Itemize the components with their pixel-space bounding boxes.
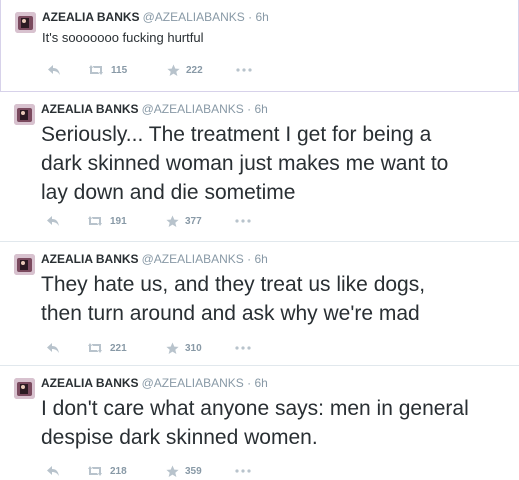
tweet[interactable]: AZEALIA BANKS @AZEALIABANKS · 6h It's soo… bbox=[0, 0, 519, 92]
avatar[interactable] bbox=[14, 378, 35, 399]
tweet-text-line: then turn around and ask why we're mad bbox=[41, 302, 420, 325]
tweet-text-line: lay down and die sometime bbox=[41, 181, 296, 204]
tweet-text-line: It's sooooooo fucking hurtful bbox=[42, 30, 204, 45]
tweet[interactable]: AZEALIA BANKS @AZEALIABANKS · 6h I don't … bbox=[0, 366, 519, 480]
separator: · bbox=[247, 376, 252, 390]
tweet[interactable]: AZEALIA BANKS @AZEALIABANKS · 6h They hat… bbox=[0, 242, 519, 366]
avatar[interactable] bbox=[15, 12, 36, 33]
author-name[interactable]: AZEALIA BANKS bbox=[41, 376, 139, 390]
favorite-count: 359 bbox=[185, 465, 202, 477]
reply-button[interactable] bbox=[46, 214, 60, 228]
tweet-header: AZEALIA BANKS @AZEALIABANKS · 6h bbox=[41, 376, 268, 390]
retweet-icon bbox=[88, 343, 102, 353]
reply-icon bbox=[47, 343, 59, 353]
separator: · bbox=[247, 102, 252, 116]
retweet-icon bbox=[89, 65, 103, 75]
author-name[interactable]: AZEALIA BANKS bbox=[41, 102, 139, 116]
more-button[interactable] bbox=[234, 341, 252, 355]
more-dots-icon bbox=[235, 346, 251, 350]
reply-icon bbox=[48, 65, 60, 75]
author-name[interactable]: AZEALIA BANKS bbox=[41, 252, 139, 266]
more-dots-icon bbox=[235, 219, 251, 223]
retweet-count: 221 bbox=[110, 342, 127, 354]
more-button[interactable] bbox=[235, 63, 253, 77]
retweet-icon bbox=[88, 466, 102, 476]
star-icon bbox=[166, 465, 179, 477]
favorite-button[interactable]: 222 bbox=[167, 63, 203, 77]
author-handle[interactable]: @AZEALIABANKS bbox=[142, 102, 244, 116]
retweet-button[interactable]: 191 bbox=[86, 214, 127, 228]
avatar[interactable] bbox=[14, 254, 35, 275]
retweet-icon bbox=[88, 216, 102, 226]
reply-button[interactable] bbox=[47, 63, 61, 77]
tweet-text: They hate us, and they treat us like dog… bbox=[41, 270, 425, 328]
retweet-count: 191 bbox=[110, 215, 127, 227]
more-dots-icon bbox=[235, 469, 251, 473]
author-name[interactable]: AZEALIA BANKS bbox=[42, 10, 140, 24]
tweet-text-line: I don't care what anyone says: men in ge… bbox=[41, 397, 469, 420]
retweet-button[interactable]: 218 bbox=[86, 464, 127, 478]
retweet-count: 115 bbox=[111, 64, 128, 76]
reply-button[interactable] bbox=[46, 464, 60, 478]
retweet-button[interactable]: 115 bbox=[87, 63, 127, 77]
star-icon bbox=[167, 64, 180, 76]
favorite-button[interactable]: 377 bbox=[166, 214, 202, 228]
author-handle[interactable]: @AZEALIABANKS bbox=[142, 376, 244, 390]
tweet-text: It's sooooooo fucking hurtful bbox=[42, 30, 203, 45]
author-handle[interactable]: @AZEALIABANKS bbox=[143, 10, 245, 24]
reply-icon bbox=[47, 216, 59, 226]
favorite-button[interactable]: 359 bbox=[166, 464, 202, 478]
reply-button[interactable] bbox=[46, 341, 60, 355]
tweet-feed: AZEALIA BANKS @AZEALIABANKS · 6h It's soo… bbox=[0, 0, 519, 480]
tweet-text-line: dark skinned woman just makes me want to bbox=[41, 152, 449, 175]
timestamp[interactable]: 6h bbox=[254, 102, 267, 116]
more-dots-icon bbox=[236, 68, 252, 72]
tweet-header: AZEALIA BANKS @AZEALIABANKS · 6h bbox=[41, 252, 268, 266]
timestamp[interactable]: 6h bbox=[254, 252, 267, 266]
author-handle[interactable]: @AZEALIABANKS bbox=[142, 252, 244, 266]
tweet-header: AZEALIA BANKS @AZEALIABANKS · 6h bbox=[42, 10, 269, 24]
tweet-text-line: Seriously... The treatment I get for bei… bbox=[41, 123, 432, 146]
retweet-count: 218 bbox=[110, 465, 127, 477]
retweet-button[interactable]: 221 bbox=[86, 341, 127, 355]
star-icon bbox=[166, 215, 179, 227]
favorite-button[interactable]: 310 bbox=[166, 341, 202, 355]
tweet-text-line: despise dark skinned women. bbox=[41, 426, 318, 449]
tweet-text: Seriously... The treatment I get for bei… bbox=[41, 120, 448, 207]
favorite-count: 377 bbox=[185, 215, 202, 227]
star-icon bbox=[166, 342, 179, 354]
favorite-count: 310 bbox=[185, 342, 202, 354]
tweet-text: I don't care what anyone says: men in ge… bbox=[41, 394, 469, 452]
tweet-header: AZEALIA BANKS @AZEALIABANKS · 6h bbox=[41, 102, 268, 116]
avatar[interactable] bbox=[14, 104, 35, 125]
more-button[interactable] bbox=[234, 214, 252, 228]
tweet-text-line: They hate us, and they treat us like dog… bbox=[41, 273, 426, 296]
more-button[interactable] bbox=[234, 464, 252, 478]
tweet[interactable]: AZEALIA BANKS @AZEALIABANKS · 6h Seriousl… bbox=[0, 92, 519, 242]
timestamp[interactable]: 6h bbox=[255, 10, 268, 24]
favorite-count: 222 bbox=[186, 64, 203, 76]
separator: · bbox=[247, 252, 252, 266]
separator: · bbox=[248, 10, 253, 24]
timestamp[interactable]: 6h bbox=[254, 376, 267, 390]
reply-icon bbox=[47, 466, 59, 476]
